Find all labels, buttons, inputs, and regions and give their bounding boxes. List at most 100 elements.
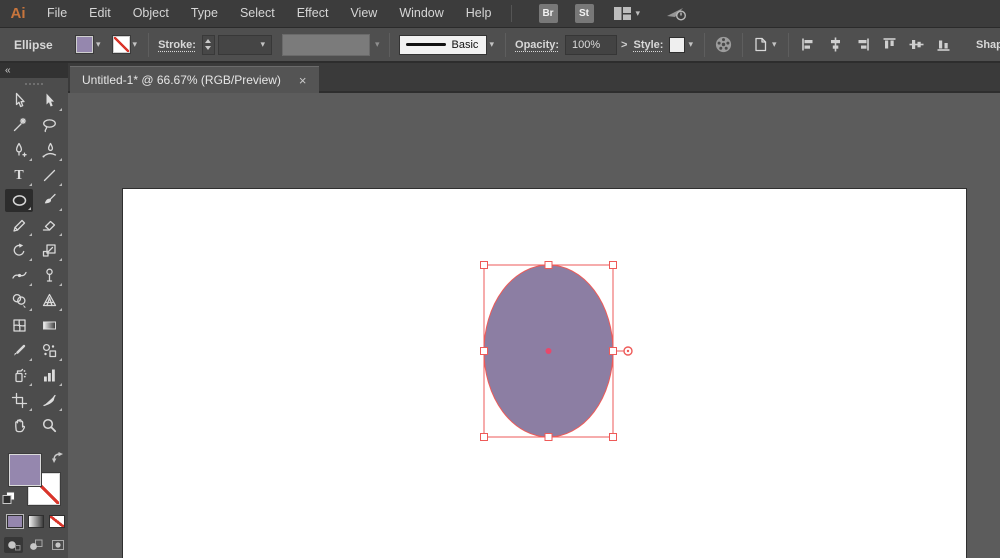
gradient-button[interactable] bbox=[28, 515, 44, 528]
graphic-style-swatch[interactable] bbox=[669, 36, 686, 53]
menu-help[interactable]: Help bbox=[455, 0, 503, 27]
brush-stroke-preview bbox=[405, 43, 446, 46]
rotate-tool[interactable] bbox=[4, 238, 34, 263]
fill-proxy-swatch[interactable] bbox=[8, 453, 42, 487]
opacity-label[interactable]: Opacity: bbox=[515, 39, 559, 51]
document-setup-icon[interactable] bbox=[752, 36, 769, 53]
menu-object[interactable]: Object bbox=[122, 0, 180, 27]
eraser-tool[interactable] bbox=[34, 213, 64, 238]
chevron-down-icon[interactable]: ▾ bbox=[490, 39, 495, 50]
bridge-button[interactable]: Br bbox=[538, 4, 558, 23]
stroke-weight-dropdown[interactable]: ▾ bbox=[217, 34, 272, 55]
align-top-icon[interactable] bbox=[881, 36, 898, 53]
handle-middle-left[interactable] bbox=[480, 347, 488, 355]
handle-top-center[interactable] bbox=[544, 261, 553, 269]
menu-view[interactable]: View bbox=[339, 0, 388, 27]
menu-type[interactable]: Type bbox=[180, 0, 229, 27]
step-up-icon[interactable] bbox=[205, 39, 212, 43]
handle-top-right[interactable] bbox=[609, 261, 617, 269]
fill-color-swatch[interactable] bbox=[75, 35, 94, 54]
column-graph-tool[interactable] bbox=[34, 363, 64, 388]
lasso-tool[interactable] bbox=[34, 113, 64, 138]
chevron-down-icon: ▾ bbox=[635, 8, 641, 18]
draw-behind-button[interactable] bbox=[26, 537, 45, 553]
artboard-tool[interactable] bbox=[4, 388, 34, 413]
close-icon[interactable]: × bbox=[299, 74, 307, 87]
stroke-color-swatch[interactable] bbox=[111, 35, 131, 54]
stroke-weight-label[interactable]: Stroke: bbox=[158, 39, 196, 51]
blend-tool[interactable] bbox=[34, 338, 64, 363]
swap-fill-stroke-icon[interactable] bbox=[51, 451, 65, 464]
workspace-switcher[interactable]: ▾ bbox=[613, 7, 641, 20]
chevron-down-icon[interactable]: ▾ bbox=[772, 39, 777, 50]
hand-tool[interactable] bbox=[4, 413, 34, 438]
menu-edit[interactable]: Edit bbox=[78, 0, 122, 27]
pencil-tool[interactable] bbox=[4, 213, 34, 238]
eyedropper-tool[interactable] bbox=[4, 338, 34, 363]
handle-bottom-left[interactable] bbox=[480, 433, 488, 441]
stroke-weight-stepper[interactable] bbox=[201, 34, 215, 55]
ellipse-tool[interactable] bbox=[5, 189, 33, 212]
style-label[interactable]: Style: bbox=[633, 39, 663, 51]
symbol-sprayer-tool[interactable] bbox=[4, 363, 34, 388]
gradient-tool[interactable] bbox=[34, 313, 64, 338]
chevron-down-icon[interactable]: ▾ bbox=[688, 39, 693, 50]
magic-wand-tool[interactable] bbox=[4, 113, 34, 138]
menu-file[interactable]: File bbox=[36, 0, 78, 27]
recolor-artwork-icon[interactable] bbox=[714, 35, 733, 54]
menu-select[interactable]: Select bbox=[229, 0, 286, 27]
line-segment-tool[interactable] bbox=[34, 163, 64, 188]
chevron-down-icon: ▾ bbox=[260, 39, 265, 49]
draw-inside-button[interactable] bbox=[49, 537, 68, 553]
step-down-icon[interactable] bbox=[205, 46, 212, 50]
menu-bar: Ai File Edit Object Type Select Effect V… bbox=[0, 0, 1000, 28]
center-point[interactable] bbox=[545, 348, 552, 354]
shape-builder-tool[interactable] bbox=[4, 288, 34, 313]
scale-tool[interactable] bbox=[34, 238, 64, 263]
handle-bottom-right[interactable] bbox=[609, 433, 617, 441]
zoom-tool[interactable] bbox=[34, 413, 64, 438]
tools-panel-collapse-button[interactable]: « bbox=[0, 63, 68, 78]
type-tool[interactable]: T bbox=[4, 163, 34, 188]
chevron-down-icon[interactable]: ▾ bbox=[133, 39, 138, 50]
brush-definition-dropdown[interactable]: Basic bbox=[398, 34, 487, 55]
menu-window[interactable]: Window bbox=[388, 0, 454, 27]
puppet-warp-tool[interactable] bbox=[34, 263, 64, 288]
menu-effect[interactable]: Effect bbox=[286, 0, 340, 27]
perspective-grid-tool[interactable] bbox=[34, 288, 64, 313]
mesh-tool[interactable] bbox=[4, 313, 34, 338]
variable-width-profile-dropdown[interactable] bbox=[281, 33, 370, 56]
width-tool[interactable] bbox=[4, 263, 34, 288]
align-vertical-center-icon[interactable] bbox=[908, 36, 925, 53]
align-right-icon[interactable] bbox=[854, 36, 871, 53]
none-button[interactable] bbox=[49, 515, 65, 528]
shape-label-clipped[interactable]: Shap bbox=[976, 39, 1000, 51]
handle-middle-right[interactable] bbox=[609, 347, 617, 355]
handle-bottom-center[interactable] bbox=[544, 433, 553, 441]
default-fill-stroke-icon[interactable] bbox=[2, 491, 16, 504]
slice-tool[interactable] bbox=[34, 388, 64, 413]
panel-grip[interactable] bbox=[25, 83, 43, 85]
opacity-input[interactable]: 100% bbox=[565, 34, 618, 55]
stock-button[interactable]: St bbox=[574, 4, 594, 23]
canvas-area[interactable] bbox=[68, 93, 1000, 558]
separator bbox=[741, 32, 743, 57]
curvature-tool[interactable] bbox=[34, 138, 64, 163]
document-tab[interactable]: Untitled-1* @ 66.67% (RGB/Preview) × bbox=[70, 66, 319, 93]
paintbrush-tool[interactable] bbox=[34, 188, 64, 213]
direct-selection-tool[interactable] bbox=[34, 88, 64, 113]
type-tool-glyph: T bbox=[14, 167, 24, 183]
sync-status-icon[interactable] bbox=[666, 5, 688, 22]
selection-tool[interactable] bbox=[4, 88, 34, 113]
align-left-icon[interactable] bbox=[800, 36, 817, 53]
opacity-panel-button[interactable]: > bbox=[621, 39, 627, 51]
handle-top-left[interactable] bbox=[480, 261, 488, 269]
align-horizontal-center-icon[interactable] bbox=[827, 36, 844, 53]
chevron-down-icon[interactable]: ▾ bbox=[96, 39, 101, 50]
pen-tool[interactable] bbox=[4, 138, 34, 163]
color-button[interactable] bbox=[6, 514, 24, 529]
draw-normal-button[interactable] bbox=[4, 537, 24, 553]
align-bottom-icon[interactable] bbox=[935, 36, 952, 53]
paint-style-buttons bbox=[0, 514, 68, 529]
menu-separator bbox=[510, 5, 512, 22]
